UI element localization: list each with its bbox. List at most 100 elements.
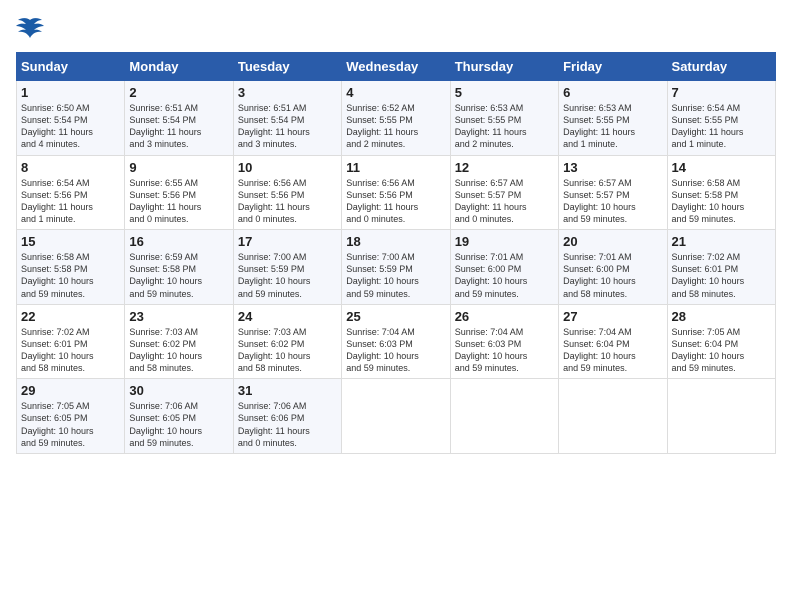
day-number: 9 [129, 160, 228, 175]
day-info: Sunrise: 7:01 AMSunset: 6:00 PMDaylight:… [455, 251, 554, 300]
calendar-header-row: SundayMondayTuesdayWednesdayThursdayFrid… [17, 53, 776, 81]
day-cell: 27 Sunrise: 7:04 AMSunset: 6:04 PMDayligh… [559, 304, 667, 379]
day-info: Sunrise: 6:51 AMSunset: 5:54 PMDaylight:… [129, 102, 228, 151]
day-info: Sunrise: 6:54 AMSunset: 5:55 PMDaylight:… [672, 102, 771, 151]
day-number: 30 [129, 383, 228, 398]
day-info: Sunrise: 6:53 AMSunset: 5:55 PMDaylight:… [455, 102, 554, 151]
logo [16, 16, 48, 40]
day-number: 6 [563, 85, 662, 100]
day-cell: 9 Sunrise: 6:55 AMSunset: 5:56 PMDaylight… [125, 155, 233, 230]
day-cell: 14Sunrise: 6:58 AMSunset: 5:58 PMDayligh… [667, 155, 775, 230]
day-cell: 13Sunrise: 6:57 AMSunset: 5:57 PMDayligh… [559, 155, 667, 230]
day-cell: 1 Sunrise: 6:50 AMSunset: 5:54 PMDaylight… [17, 81, 125, 156]
day-cell: 8Sunrise: 6:54 AMSunset: 5:56 PMDaylight… [17, 155, 125, 230]
day-info: Sunrise: 6:58 AMSunset: 5:58 PMDaylight:… [21, 251, 120, 300]
page-header [16, 16, 776, 40]
day-number: 4 [346, 85, 445, 100]
day-info: Sunrise: 7:03 AMSunset: 6:02 PMDaylight:… [238, 326, 337, 375]
day-cell: 3Sunrise: 6:51 AMSunset: 5:54 PMDaylight… [233, 81, 341, 156]
day-info: Sunrise: 7:06 AMSunset: 6:05 PMDaylight:… [129, 400, 228, 449]
day-info: Sunrise: 6:55 AMSunset: 5:56 PMDaylight:… [129, 177, 228, 226]
day-cell: 2 Sunrise: 6:51 AMSunset: 5:54 PMDaylight… [125, 81, 233, 156]
day-number: 18 [346, 234, 445, 249]
day-cell: 29 Sunrise: 7:05 AMSunset: 6:05 PMDayligh… [17, 379, 125, 454]
day-cell: 10 Sunrise: 6:56 AMSunset: 5:56 PMDayligh… [233, 155, 341, 230]
day-info: Sunrise: 6:57 AMSunset: 5:57 PMDaylight:… [455, 177, 554, 226]
week-row-2: 8Sunrise: 6:54 AMSunset: 5:56 PMDaylight… [17, 155, 776, 230]
day-info: Sunrise: 7:04 AMSunset: 6:04 PMDaylight:… [563, 326, 662, 375]
day-cell: 7 Sunrise: 6:54 AMSunset: 5:55 PMDaylight… [667, 81, 775, 156]
day-cell: 22 Sunrise: 7:02 AMSunset: 6:01 PMDayligh… [17, 304, 125, 379]
day-number: 29 [21, 383, 120, 398]
day-cell: 23Sunrise: 7:03 AMSunset: 6:02 PMDayligh… [125, 304, 233, 379]
day-info: Sunrise: 7:02 AMSunset: 6:01 PMDaylight:… [672, 251, 771, 300]
day-info: Sunrise: 7:06 AMSunset: 6:06 PMDaylight:… [238, 400, 337, 449]
week-row-4: 22 Sunrise: 7:02 AMSunset: 6:01 PMDayligh… [17, 304, 776, 379]
day-info: Sunrise: 6:52 AMSunset: 5:55 PMDaylight:… [346, 102, 445, 151]
day-info: Sunrise: 6:58 AMSunset: 5:58 PMDaylight:… [672, 177, 771, 226]
day-cell: 5Sunrise: 6:53 AMSunset: 5:55 PMDaylight… [450, 81, 558, 156]
day-number: 10 [238, 160, 337, 175]
day-number: 12 [455, 160, 554, 175]
day-info: Sunrise: 7:04 AMSunset: 6:03 PMDaylight:… [455, 326, 554, 375]
col-header-saturday: Saturday [667, 53, 775, 81]
day-info: Sunrise: 7:00 AMSunset: 5:59 PMDaylight:… [238, 251, 337, 300]
day-info: Sunrise: 7:02 AMSunset: 6:01 PMDaylight:… [21, 326, 120, 375]
day-cell [450, 379, 558, 454]
day-cell: 28 Sunrise: 7:05 AMSunset: 6:04 PMDayligh… [667, 304, 775, 379]
day-number: 20 [563, 234, 662, 249]
day-number: 19 [455, 234, 554, 249]
day-number: 26 [455, 309, 554, 324]
day-info: Sunrise: 7:03 AMSunset: 6:02 PMDaylight:… [129, 326, 228, 375]
day-cell: 11 Sunrise: 6:56 AMSunset: 5:56 PMDayligh… [342, 155, 450, 230]
day-cell: 26 Sunrise: 7:04 AMSunset: 6:03 PMDayligh… [450, 304, 558, 379]
day-number: 17 [238, 234, 337, 249]
week-row-1: 1 Sunrise: 6:50 AMSunset: 5:54 PMDaylight… [17, 81, 776, 156]
day-number: 16 [129, 234, 228, 249]
day-number: 7 [672, 85, 771, 100]
day-info: Sunrise: 7:01 AMSunset: 6:00 PMDaylight:… [563, 251, 662, 300]
day-number: 27 [563, 309, 662, 324]
day-info: Sunrise: 6:50 AMSunset: 5:54 PMDaylight:… [21, 102, 120, 151]
day-info: Sunrise: 6:56 AMSunset: 5:56 PMDaylight:… [346, 177, 445, 226]
day-cell: 24 Sunrise: 7:03 AMSunset: 6:02 PMDayligh… [233, 304, 341, 379]
col-header-thursday: Thursday [450, 53, 558, 81]
day-number: 2 [129, 85, 228, 100]
day-cell: 19 Sunrise: 7:01 AMSunset: 6:00 PMDayligh… [450, 230, 558, 305]
day-info: Sunrise: 6:53 AMSunset: 5:55 PMDaylight:… [563, 102, 662, 151]
calendar-table: SundayMondayTuesdayWednesdayThursdayFrid… [16, 52, 776, 454]
col-header-sunday: Sunday [17, 53, 125, 81]
day-number: 11 [346, 160, 445, 175]
day-cell: 20 Sunrise: 7:01 AMSunset: 6:00 PMDayligh… [559, 230, 667, 305]
day-cell: 18 Sunrise: 7:00 AMSunset: 5:59 PMDayligh… [342, 230, 450, 305]
day-number: 25 [346, 309, 445, 324]
day-cell: 4 Sunrise: 6:52 AMSunset: 5:55 PMDaylight… [342, 81, 450, 156]
day-info: Sunrise: 6:56 AMSunset: 5:56 PMDaylight:… [238, 177, 337, 226]
day-cell: 25Sunrise: 7:04 AMSunset: 6:03 PMDayligh… [342, 304, 450, 379]
col-header-monday: Monday [125, 53, 233, 81]
col-header-wednesday: Wednesday [342, 53, 450, 81]
day-info: Sunrise: 6:57 AMSunset: 5:57 PMDaylight:… [563, 177, 662, 226]
day-cell [559, 379, 667, 454]
day-cell: 12 Sunrise: 6:57 AMSunset: 5:57 PMDayligh… [450, 155, 558, 230]
week-row-3: 15Sunrise: 6:58 AMSunset: 5:58 PMDayligh… [17, 230, 776, 305]
day-cell: 15Sunrise: 6:58 AMSunset: 5:58 PMDayligh… [17, 230, 125, 305]
day-info: Sunrise: 7:05 AMSunset: 6:04 PMDaylight:… [672, 326, 771, 375]
day-info: Sunrise: 7:05 AMSunset: 6:05 PMDaylight:… [21, 400, 120, 449]
col-header-tuesday: Tuesday [233, 53, 341, 81]
col-header-friday: Friday [559, 53, 667, 81]
day-number: 1 [21, 85, 120, 100]
day-number: 22 [21, 309, 120, 324]
day-cell: 30 Sunrise: 7:06 AMSunset: 6:05 PMDayligh… [125, 379, 233, 454]
day-number: 31 [238, 383, 337, 398]
day-cell [667, 379, 775, 454]
day-cell [342, 379, 450, 454]
day-number: 21 [672, 234, 771, 249]
logo-bird-icon [16, 16, 44, 40]
day-info: Sunrise: 7:00 AMSunset: 5:59 PMDaylight:… [346, 251, 445, 300]
day-number: 24 [238, 309, 337, 324]
day-cell: 31 Sunrise: 7:06 AMSunset: 6:06 PMDayligh… [233, 379, 341, 454]
day-number: 8 [21, 160, 120, 175]
day-info: Sunrise: 6:51 AMSunset: 5:54 PMDaylight:… [238, 102, 337, 151]
day-number: 28 [672, 309, 771, 324]
